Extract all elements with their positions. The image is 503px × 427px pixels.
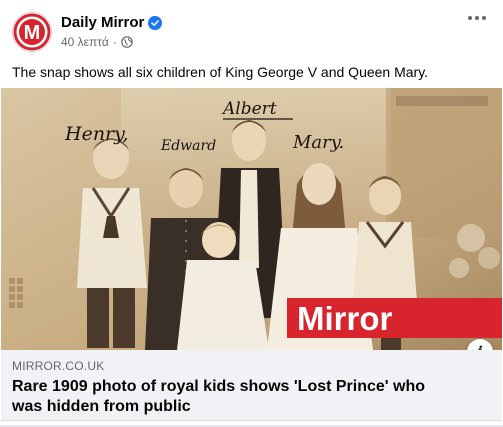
watermark-text: Mirror	[297, 300, 393, 337]
link-preview[interactable]: MIRROR.CO.UK Rare 1909 photo of royal ki…	[1, 350, 502, 421]
page-name-row: Daily Mirror	[61, 14, 163, 31]
meta-separator: ·	[112, 35, 117, 49]
mirror-watermark: Mirror	[287, 298, 502, 338]
link-domain: MIRROR.CO.UK	[12, 359, 105, 373]
post-caption: The snap shows all six children of King …	[12, 64, 429, 80]
page-avatar[interactable]: M	[12, 12, 52, 52]
mirror-logo: M	[13, 13, 51, 51]
avatar-letter: M	[24, 22, 41, 44]
post-time[interactable]: 40 λεπτά	[61, 35, 109, 49]
royal-children-photo: Henry, Edward Albert Mary. Mirror	[1, 88, 502, 350]
name-henry: Henry,	[64, 123, 128, 145]
post-meta: 40 λεπτά ·	[61, 35, 133, 49]
post-header: M Daily Mirror 40 λεπτά ·	[0, 0, 503, 56]
globe-icon[interactable]	[121, 36, 133, 48]
page-name[interactable]: Daily Mirror	[61, 14, 144, 31]
link-title[interactable]: Rare 1909 photo of royal kids shows 'Los…	[12, 377, 452, 417]
name-mary: Mary.	[292, 132, 344, 153]
verified-badge-icon	[148, 15, 163, 30]
name-albert: Albert	[221, 99, 277, 119]
post-photo[interactable]: Henry, Edward Albert Mary. Mirror	[1, 88, 502, 350]
facebook-post: M Daily Mirror 40 λεπτά · The snap shows…	[0, 0, 503, 427]
more-options-icon[interactable]	[465, 8, 489, 28]
name-edward: Edward	[160, 138, 216, 154]
